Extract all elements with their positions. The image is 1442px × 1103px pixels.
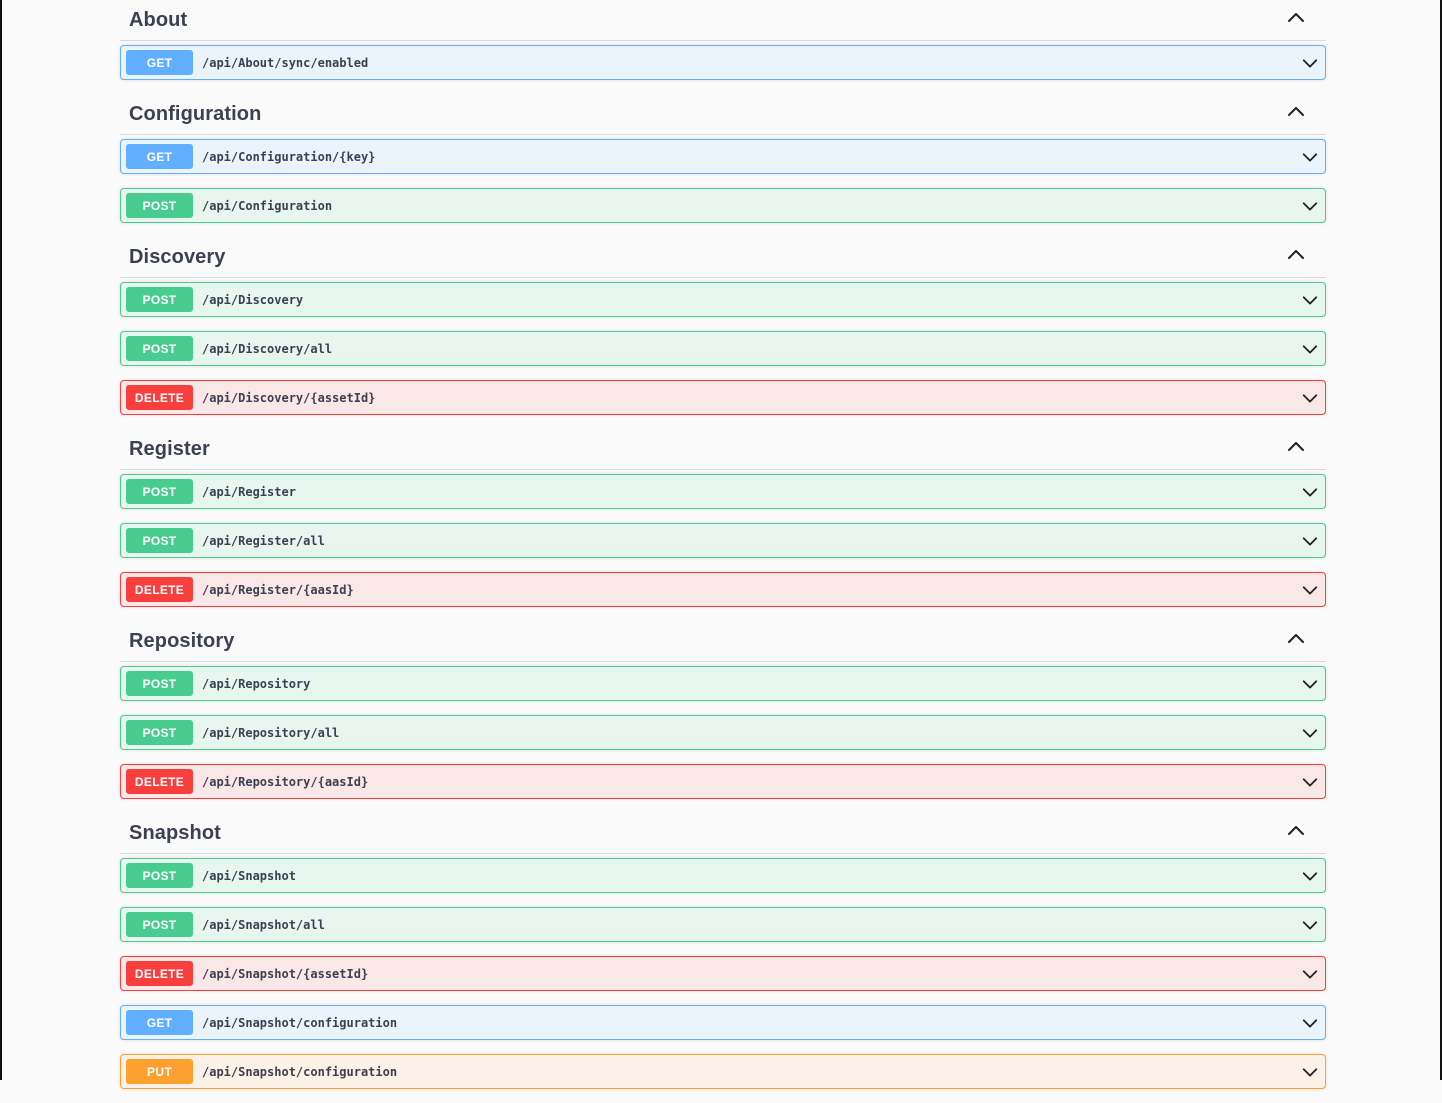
operation-row[interactable]: POST/api/Repository/all xyxy=(120,715,1326,750)
operation-path: /api/Configuration/{key} xyxy=(202,149,376,164)
method-badge-post: POST xyxy=(126,671,193,696)
chevron-down-icon[interactable] xyxy=(1301,867,1319,885)
method-badge-post: POST xyxy=(126,720,193,745)
operation-path: /api/Snapshot/configuration xyxy=(202,1064,398,1079)
tag-title: About xyxy=(129,8,188,31)
operation-row[interactable]: GET/api/Configuration/{key} xyxy=(120,139,1326,174)
chevron-down-icon[interactable] xyxy=(1301,581,1319,599)
method-badge-post: POST xyxy=(126,479,193,504)
chevron-down-icon[interactable] xyxy=(1301,773,1319,791)
chevron-up-icon[interactable] xyxy=(1286,102,1306,122)
operation-row[interactable]: DELETE/api/Discovery/{assetId} xyxy=(120,380,1326,415)
api-operations-list: About GET/api/About/sync/enabled Configura… xyxy=(120,0,1326,1103)
chevron-down-icon[interactable] xyxy=(1301,54,1319,72)
operation-row[interactable]: POST/api/Register xyxy=(120,474,1326,509)
operation-path: /api/Register/all xyxy=(202,533,325,548)
chevron-down-icon[interactable] xyxy=(1301,483,1319,501)
chevron-up-icon[interactable] xyxy=(1286,8,1306,28)
method-badge-delete: DELETE xyxy=(126,385,193,410)
operation-path: /api/Snapshot xyxy=(202,868,296,883)
method-badge-get: GET xyxy=(126,144,193,169)
tag-section-repository: Repository POST/api/Repository POST/api/Re… xyxy=(120,621,1326,799)
operation-path: /api/Register xyxy=(202,484,296,499)
operation-path: /api/Discovery xyxy=(202,292,304,307)
chevron-up-icon[interactable] xyxy=(1286,821,1306,841)
tag-title: Register xyxy=(129,437,210,460)
tag-header[interactable]: Discovery xyxy=(120,237,1326,278)
chevron-down-icon[interactable] xyxy=(1301,1014,1319,1032)
chevron-down-icon[interactable] xyxy=(1301,340,1319,358)
tag-header[interactable]: Snapshot xyxy=(120,813,1326,854)
tag-header[interactable]: Repository xyxy=(120,621,1326,662)
operation-path: /api/Repository/all xyxy=(202,725,340,740)
tag-section-about: About GET/api/About/sync/enabled xyxy=(120,0,1326,80)
method-badge-delete: DELETE xyxy=(126,961,193,986)
operation-row[interactable]: DELETE/api/Register/{aasId} xyxy=(120,572,1326,607)
tag-title: Repository xyxy=(129,629,235,652)
chevron-down-icon[interactable] xyxy=(1301,675,1319,693)
chevron-down-icon[interactable] xyxy=(1301,197,1319,215)
method-badge-post: POST xyxy=(126,193,193,218)
operation-row[interactable]: POST/api/Snapshot/all xyxy=(120,907,1326,942)
tag-section-snapshot: Snapshot POST/api/Snapshot POST/api/Snapsh… xyxy=(120,813,1326,1089)
chevron-down-icon[interactable] xyxy=(1301,291,1319,309)
operation-row[interactable]: POST/api/Repository xyxy=(120,666,1326,701)
chevron-up-icon[interactable] xyxy=(1286,629,1306,649)
operation-row[interactable]: POST/api/Discovery xyxy=(120,282,1326,317)
operation-row[interactable]: POST/api/Discovery/all xyxy=(120,331,1326,366)
page-frame: About GET/api/About/sync/enabled Configura… xyxy=(0,0,1442,1089)
method-badge-put: PUT xyxy=(126,1059,193,1084)
method-badge-post: POST xyxy=(126,336,193,361)
chevron-down-icon[interactable] xyxy=(1301,965,1319,983)
operation-row[interactable]: PUT/api/Snapshot/configuration xyxy=(120,1054,1326,1089)
operation-row[interactable]: DELETE/api/Snapshot/{assetId} xyxy=(120,956,1326,991)
operation-path: /api/Register/{aasId} xyxy=(202,582,354,597)
operation-path: /api/Discovery/{assetId} xyxy=(202,390,376,405)
tag-section-discovery: Discovery POST/api/Discovery POST/api/Disc… xyxy=(120,237,1326,415)
chevron-down-icon[interactable] xyxy=(1301,148,1319,166)
tag-title: Snapshot xyxy=(129,821,221,844)
method-badge-post: POST xyxy=(126,528,193,553)
method-badge-post: POST xyxy=(126,287,193,312)
tag-title: Configuration xyxy=(129,102,262,125)
method-badge-get: GET xyxy=(126,50,193,75)
operation-row[interactable]: GET/api/About/sync/enabled xyxy=(120,45,1326,80)
operation-row[interactable]: POST/api/Configuration xyxy=(120,188,1326,223)
tag-header[interactable]: Configuration xyxy=(120,94,1326,135)
operation-path: /api/Snapshot/all xyxy=(202,917,325,932)
chevron-down-icon[interactable] xyxy=(1301,916,1319,934)
operation-row[interactable]: DELETE/api/Repository/{aasId} xyxy=(120,764,1326,799)
chevron-up-icon[interactable] xyxy=(1286,437,1306,457)
tag-section-configuration: Configuration GET/api/Configuration/{key}… xyxy=(120,94,1326,223)
method-badge-post: POST xyxy=(126,863,193,888)
chevron-down-icon[interactable] xyxy=(1301,1063,1319,1081)
tag-header[interactable]: About xyxy=(120,0,1326,41)
chevron-up-icon[interactable] xyxy=(1286,245,1306,265)
method-badge-post: POST xyxy=(126,912,193,937)
tag-section-register: Register POST/api/Register POST/api/Regist… xyxy=(120,429,1326,607)
operation-path: /api/Repository/{aasId} xyxy=(202,774,369,789)
chevron-down-icon[interactable] xyxy=(1301,724,1319,742)
method-badge-get: GET xyxy=(126,1010,193,1035)
operation-row[interactable]: GET/api/Snapshot/configuration xyxy=(120,1005,1326,1040)
operation-path: /api/About/sync/enabled xyxy=(202,55,369,70)
tag-title: Discovery xyxy=(129,245,226,268)
operation-path: /api/Snapshot/{assetId} xyxy=(202,966,369,981)
operation-row[interactable]: POST/api/Register/all xyxy=(120,523,1326,558)
tag-header[interactable]: Register xyxy=(120,429,1326,470)
operation-row[interactable]: POST/api/Snapshot xyxy=(120,858,1326,893)
operation-path: /api/Snapshot/configuration xyxy=(202,1015,398,1030)
chevron-down-icon[interactable] xyxy=(1301,389,1319,407)
chevron-down-icon[interactable] xyxy=(1301,532,1319,550)
operation-path: /api/Repository xyxy=(202,676,311,691)
method-badge-delete: DELETE xyxy=(126,577,193,602)
operation-path: /api/Configuration xyxy=(202,198,333,213)
operation-path: /api/Discovery/all xyxy=(202,341,333,356)
method-badge-delete: DELETE xyxy=(126,769,193,794)
